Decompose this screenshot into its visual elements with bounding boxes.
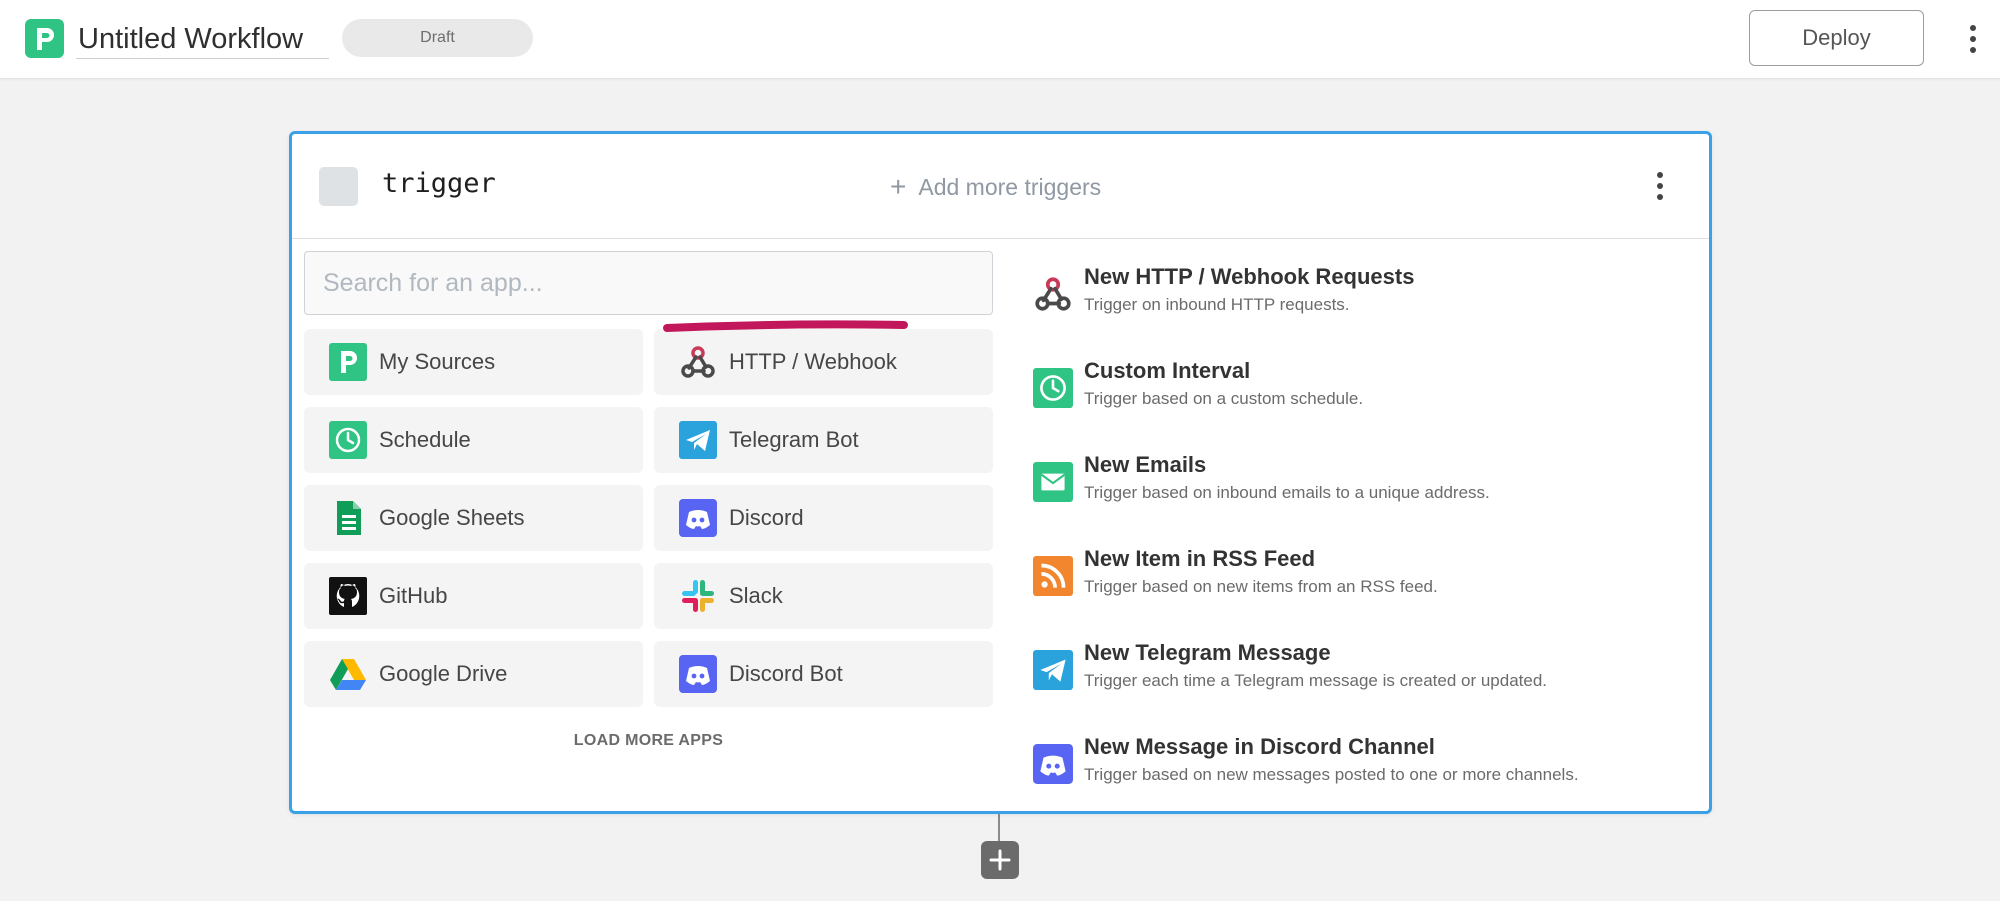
- app-tile-schedule[interactable]: Schedule: [304, 407, 643, 473]
- deploy-button[interactable]: Deploy: [1749, 10, 1924, 66]
- app-tile-label: Google Drive: [379, 661, 508, 686]
- telegram-icon: [679, 421, 717, 459]
- trigger-option-telegram-message[interactable]: New Telegram Message Trigger each time a…: [1033, 640, 1693, 710]
- trigger-placeholder-icon: [319, 167, 358, 206]
- trigger-option-description: Trigger based on new items from an RSS f…: [1084, 577, 1438, 596]
- trigger-option-title: New Item in RSS Feed: [1084, 546, 1316, 571]
- trigger-card: trigger + Add more triggers My Sources: [289, 131, 1712, 814]
- app-search-input[interactable]: [304, 251, 993, 315]
- pipedream-sources-icon: [329, 343, 367, 381]
- trigger-title[interactable]: trigger: [382, 168, 496, 199]
- slack-icon: [679, 577, 717, 615]
- webhook-icon: [679, 343, 717, 381]
- google-drive-icon: [329, 655, 367, 693]
- app-tile-label: Schedule: [379, 427, 471, 452]
- app-tile-label: Google Sheets: [379, 505, 525, 530]
- app-tile-my-sources[interactable]: My Sources: [304, 329, 643, 395]
- trigger-option-custom-interval[interactable]: Custom Interval Trigger based on a custo…: [1033, 358, 1693, 428]
- app-tile-label: Discord: [729, 505, 804, 530]
- discord-icon: [1033, 744, 1073, 784]
- app-tile-label: GitHub: [379, 583, 448, 608]
- trigger-option-description: Trigger based on inbound emails to a uni…: [1084, 483, 1490, 502]
- trigger-option-rss-feed[interactable]: New Item in RSS Feed Trigger based on ne…: [1033, 546, 1693, 616]
- app-tile-github[interactable]: GitHub: [304, 563, 643, 629]
- discord-icon: [679, 655, 717, 693]
- app-tile-telegram-bot[interactable]: Telegram Bot: [654, 407, 993, 473]
- app-tile-slack[interactable]: Slack: [654, 563, 993, 629]
- plus-icon: +: [890, 171, 907, 202]
- trigger-option-title: Custom Interval: [1084, 358, 1251, 383]
- google-sheets-icon: [329, 499, 367, 537]
- add-more-triggers-label: Add more triggers: [918, 173, 1102, 200]
- app-tile-label: Discord Bot: [729, 661, 843, 686]
- trigger-option-description: Trigger each time a Telegram message is …: [1084, 671, 1548, 690]
- trigger-option-new-emails[interactable]: New Emails Trigger based on inbound emai…: [1033, 452, 1693, 522]
- add-more-triggers-button[interactable]: + Add more triggers: [890, 170, 1101, 204]
- status-badge: Draft: [342, 19, 533, 57]
- workflow-connector-line: [998, 814, 1000, 842]
- pipedream-logo-icon[interactable]: [25, 19, 64, 58]
- clock-icon: [1033, 368, 1073, 408]
- trigger-option-title: New Telegram Message: [1084, 640, 1331, 665]
- app-tile-label: My Sources: [379, 349, 496, 374]
- telegram-icon: [1033, 650, 1073, 690]
- app-tile-label: HTTP / Webhook: [729, 349, 897, 374]
- app-tile-discord[interactable]: Discord: [654, 485, 993, 551]
- trigger-option-title: New Emails: [1084, 452, 1207, 477]
- discord-icon: [679, 499, 717, 537]
- webhook-icon: [1033, 274, 1073, 314]
- trigger-option-description: Trigger based on new messages posted to …: [1084, 765, 1579, 784]
- trigger-option-description: Trigger based on a custom schedule.: [1084, 389, 1364, 408]
- app-tile-discord-bot[interactable]: Discord Bot: [654, 641, 993, 707]
- load-more-apps-button[interactable]: LOAD MORE APPS: [292, 732, 1005, 750]
- trigger-card-header: trigger + Add more triggers: [292, 134, 1709, 239]
- highlight-underline-mark: [663, 320, 908, 332]
- github-icon: [329, 577, 367, 615]
- trigger-option-title: New HTTP / Webhook Requests: [1084, 264, 1415, 289]
- trigger-option-title: New Message in Discord Channel: [1084, 734, 1435, 759]
- plus-icon: [989, 849, 1011, 871]
- vertical-dots-icon[interactable]: [1650, 166, 1670, 206]
- rss-icon: [1033, 556, 1073, 596]
- vertical-dots-icon[interactable]: [1960, 19, 1986, 59]
- app-tile-http-webhook[interactable]: HTTP / Webhook: [654, 329, 993, 395]
- workflow-title-input[interactable]: [76, 20, 329, 59]
- clock-icon: [329, 421, 367, 459]
- app-tile-label: Telegram Bot: [729, 427, 859, 452]
- add-step-button[interactable]: [981, 841, 1019, 879]
- app-tile-google-sheets[interactable]: Google Sheets: [304, 485, 643, 551]
- app-tile-label: Slack: [729, 583, 783, 608]
- email-icon: [1033, 462, 1073, 502]
- trigger-option-description: Trigger on inbound HTTP requests.: [1084, 295, 1350, 314]
- top-bar: Draft Deploy: [0, 0, 2000, 79]
- app-tile-google-drive[interactable]: Google Drive: [304, 641, 643, 707]
- trigger-option-discord-channel[interactable]: New Message in Discord Channel Trigger b…: [1033, 734, 1693, 804]
- trigger-option-http-webhook[interactable]: New HTTP / Webhook Requests Trigger on i…: [1033, 264, 1693, 334]
